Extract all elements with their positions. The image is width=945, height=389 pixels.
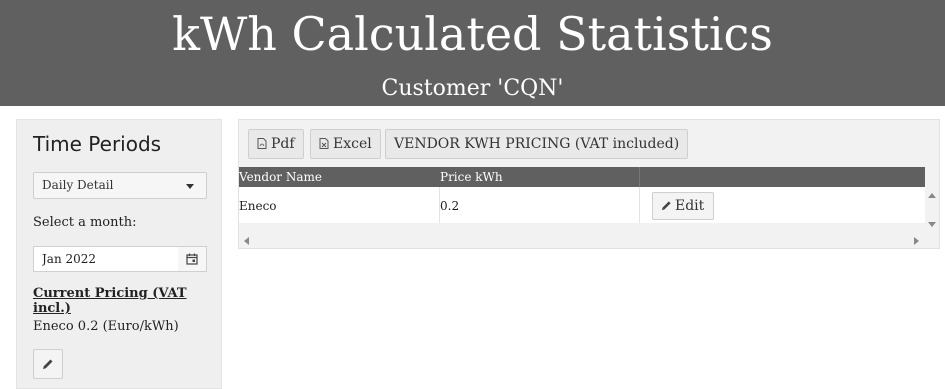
period-select-value: Daily Detail <box>42 178 114 192</box>
scroll-right-icon[interactable] <box>914 237 919 245</box>
page-title: kWh Calculated Statistics <box>172 7 773 61</box>
scrollbar-corner <box>925 167 939 187</box>
pdf-button[interactable]: Pdf <box>248 129 304 159</box>
cell-vendor: Eneco <box>239 199 277 213</box>
sidebar-panel: Time Periods Daily Detail Select a month… <box>16 119 222 389</box>
month-picker <box>33 246 207 272</box>
cell-price: 0.2 <box>440 199 460 213</box>
page-header: kWh Calculated Statistics Customer 'CQN' <box>0 0 945 106</box>
vendor-pricing-button[interactable]: VENDOR KWH PRICING (VAT included) <box>385 129 689 159</box>
caret-down-icon <box>186 184 194 189</box>
sidebar-title: Time Periods <box>33 132 162 156</box>
period-select[interactable]: Daily Detail <box>33 172 207 199</box>
table-header: Vendor Name Price kWh <box>239 167 925 187</box>
calendar-button[interactable] <box>178 247 206 271</box>
month-label: Select a month: <box>33 215 137 230</box>
excel-file-icon <box>319 138 329 149</box>
customer-subtitle: Customer 'CQN' <box>381 76 564 101</box>
horizontal-scrollbar[interactable] <box>239 234 925 248</box>
pencil-icon <box>43 359 53 369</box>
pdf-file-icon <box>257 138 267 149</box>
edit-pricing-button[interactable] <box>33 349 63 379</box>
row-edit-label: Edit <box>675 198 705 214</box>
column-header-price[interactable]: Price kWh <box>440 167 503 187</box>
scroll-left-icon[interactable] <box>244 237 249 245</box>
excel-label: Excel <box>333 136 372 152</box>
vertical-scrollbar[interactable] <box>925 187 939 235</box>
table-row: Eneco 0.2 Edit <box>239 187 925 223</box>
column-divider <box>639 187 640 223</box>
pricing-value: Eneco 0.2 (Euro/kWh) <box>33 319 179 334</box>
column-divider <box>639 167 640 187</box>
pricing-title: Current Pricing (VAT incl.) <box>33 286 187 316</box>
excel-button[interactable]: Excel <box>310 129 381 159</box>
pricing-table-panel: Pdf Excel VENDOR KWH PRICING (VAT includ… <box>238 119 940 249</box>
pdf-label: Pdf <box>271 136 295 152</box>
pencil-icon <box>661 201 671 211</box>
scroll-down-icon[interactable] <box>928 222 936 227</box>
calendar-icon <box>186 253 198 265</box>
month-input[interactable] <box>34 247 179 271</box>
scroll-up-icon[interactable] <box>928 193 936 198</box>
column-header-vendor[interactable]: Vendor Name <box>239 167 322 187</box>
row-edit-button[interactable]: Edit <box>652 192 715 220</box>
